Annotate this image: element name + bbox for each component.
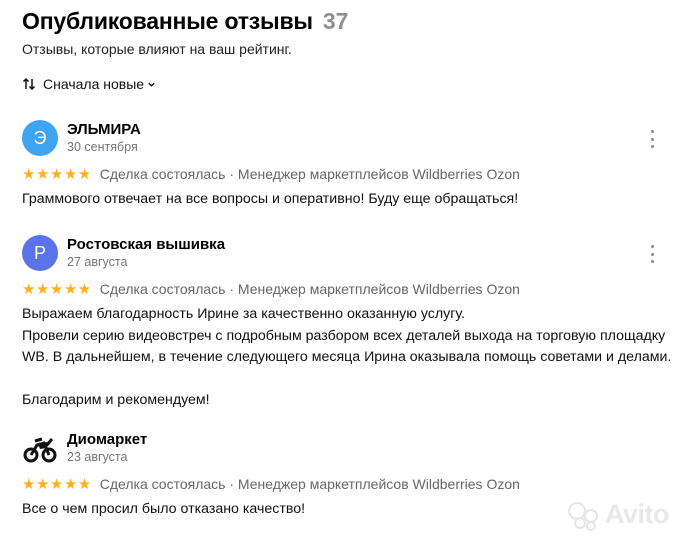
page-subtitle: Отзывы, которые влияют на ваш рейтинг. [22,41,292,57]
avatar[interactable] [22,430,58,466]
reviews-count: 37 [322,8,349,34]
avatar-letter: Э [33,127,47,148]
review-date: 30 сентября [67,140,138,154]
reviewer-name[interactable]: ЭЛЬМИРА [67,121,141,138]
avito-watermark: Avito [566,499,670,531]
page-header: Опубликованные отзывы 37 [22,8,348,35]
review-date: 23 августа [67,450,128,464]
avatar[interactable]: Р [22,235,58,271]
review-meta: ★★★★★ Сделка состоялась · Менеджер марке… [22,475,520,493]
avatar-letter: Р [33,242,46,263]
more-options-icon[interactable] [644,130,660,148]
deal-info: Сделка состоялась · Менеджер маркетплейс… [99,281,520,297]
sort-icon [22,77,36,91]
reviewer-name[interactable]: Ростовская вышивка [67,236,225,253]
more-options-icon[interactable] [644,245,660,263]
review-meta: ★★★★★ Сделка состоялась · Менеджер марке… [22,280,520,298]
page-title: Опубликованные отзывы [22,8,313,34]
sort-dropdown[interactable]: Сначала новые [22,76,156,92]
rating-stars: ★★★★★ [22,476,92,493]
review-date: 27 августа [67,255,128,269]
reviewer-name[interactable]: Диомаркет [67,431,147,448]
rating-stars: ★★★★★ [22,166,92,183]
sort-label: Сначала новые [43,76,145,92]
chevron-down-icon [148,82,155,87]
review-text: Выражаем благодарность Ирине за качестве… [22,306,672,408]
deal-info: Сделка состоялась · Менеджер маркетплейс… [99,476,520,492]
avatar[interactable]: Э [22,120,58,156]
avito-logo-icon [566,500,602,531]
deal-info: Сделка состоялась · Менеджер маркетплейс… [99,166,520,182]
motorcycle-icon [23,437,57,463]
review-meta: ★★★★★ Сделка состоялась · Менеджер марке… [22,165,520,183]
watermark-text: Avito [605,499,670,529]
rating-stars: ★★★★★ [22,281,92,298]
review-text: Граммового отвечает на все вопросы и опе… [22,191,519,207]
